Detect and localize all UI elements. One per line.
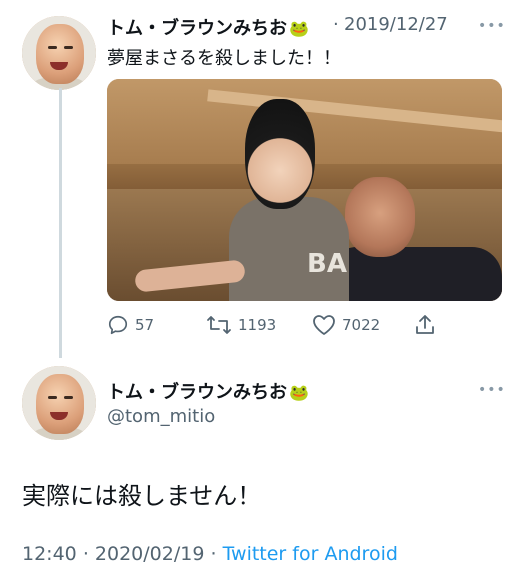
share-icon [414, 314, 436, 336]
reply-icon [107, 314, 129, 336]
tweet-date[interactable]: 2020/02/19 [95, 543, 205, 565]
date-separator: · [333, 14, 339, 35]
avatar[interactable] [22, 366, 96, 440]
thread-line [59, 88, 62, 358]
like-count: 7022 [342, 316, 381, 334]
like-button[interactable]: 7022 [312, 314, 380, 336]
retweet-button[interactable]: 1193 [206, 314, 276, 336]
avatar[interactable] [22, 16, 96, 90]
avatar-eye-left [48, 46, 57, 49]
photo-boy-head [245, 99, 315, 209]
retweet-count: 1193 [238, 316, 277, 334]
tweet-date[interactable]: 2019/12/27 [344, 14, 448, 35]
avatar-eye-left [48, 396, 57, 399]
reply-count: 57 [135, 316, 155, 334]
author-name[interactable]: トム・ブラウンみちお 🐸 [107, 14, 309, 40]
avatar-head [36, 24, 84, 84]
photo-man-body [327, 247, 502, 301]
tweet-meta: 12:40 · 2020/02/19 · Twitter for Android [22, 543, 398, 565]
frog-icon: 🐸 [289, 383, 309, 402]
meta-separator: · [82, 543, 89, 565]
meta-separator: · [210, 543, 217, 565]
avatar-eye-right [64, 46, 73, 49]
tweet-time[interactable]: 12:40 [22, 543, 77, 565]
share-button[interactable] [414, 314, 436, 336]
photo-man-head [345, 177, 415, 257]
photo-hoodie-print: BA [307, 249, 347, 279]
author-handle[interactable]: @tom_mitio [107, 406, 215, 427]
avatar-head [36, 374, 84, 434]
more-icon[interactable]: ••• [478, 382, 506, 398]
author-name-text: トム・ブラウンみちお [107, 382, 287, 403]
tweet-photo[interactable]: BA [107, 79, 502, 301]
more-icon[interactable]: ••• [478, 18, 506, 34]
retweet-icon [206, 314, 232, 336]
source-link[interactable]: Twitter for Android [223, 543, 398, 565]
author-name-text: トム・ブラウンみちお [107, 18, 287, 39]
tweet-text: 夢屋まさるを殺しました！！ [107, 48, 341, 69]
tweet-text: 実際には殺しません！ [22, 482, 262, 510]
reply-button[interactable]: 57 [107, 314, 154, 336]
frog-icon: 🐸 [289, 19, 309, 38]
avatar-eye-right [64, 396, 73, 399]
author-name[interactable]: トム・ブラウンみちお 🐸 [107, 378, 309, 404]
like-icon [312, 314, 336, 336]
